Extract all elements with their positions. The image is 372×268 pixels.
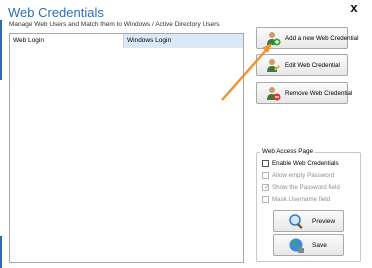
preview-button[interactable]: Preview: [273, 210, 344, 232]
web-access-group-title: Web Access Page: [260, 148, 315, 155]
column-header-web-login[interactable]: Web Login: [10, 34, 123, 48]
close-icon[interactable]: x: [348, 1, 360, 14]
checkbox-box[interactable]: [262, 160, 269, 167]
save-label: Save: [312, 242, 327, 249]
checkmark-icon: ✓: [264, 184, 270, 191]
edit-credential-button[interactable]: Edit Web Credential: [256, 54, 348, 76]
remove-credential-label: Remove Web Credential: [285, 90, 353, 97]
remove-credential-button[interactable]: Remove Web Credential: [256, 82, 352, 104]
checkbox-box[interactable]: [262, 196, 269, 203]
preview-label: Preview: [312, 218, 336, 225]
checkbox-label: Allow empty Password: [272, 172, 335, 179]
remove-user-icon: [265, 86, 281, 102]
window-subtitle: Manage Web Users and Match them to Windo…: [9, 21, 220, 28]
add-user-icon: [265, 31, 281, 47]
list-header: Web Login Windows Login: [10, 34, 243, 48]
save-button[interactable]: Save: [273, 234, 344, 256]
add-credential-button[interactable]: Add a new Web Credential: [256, 27, 359, 49]
checkbox-box[interactable]: [262, 172, 269, 179]
magnifier-icon: [288, 213, 305, 230]
checkbox-label: Show the Password field: [272, 184, 340, 191]
edit-user-icon: [265, 58, 281, 74]
add-credential-label: Add a new Web Credential: [285, 35, 359, 42]
checkbox-label: Enable Web Credentials: [272, 160, 339, 167]
edit-credential-label: Edit Web Credential: [285, 62, 340, 69]
checkbox-label: Mask Username field: [272, 196, 331, 203]
credentials-list[interactable]: Web Login Windows Login: [9, 33, 244, 263]
globe-save-icon: [288, 237, 305, 254]
checkbox-box[interactable]: ✓: [262, 184, 270, 191]
window-edge: [0, 20, 2, 80]
window-edge: [0, 236, 2, 268]
column-header-windows-login[interactable]: Windows Login: [123, 34, 243, 48]
window-title: Web Credentials: [8, 5, 104, 20]
web-credentials-window: Web Credentials x Manage Web Users and M…: [0, 0, 372, 268]
